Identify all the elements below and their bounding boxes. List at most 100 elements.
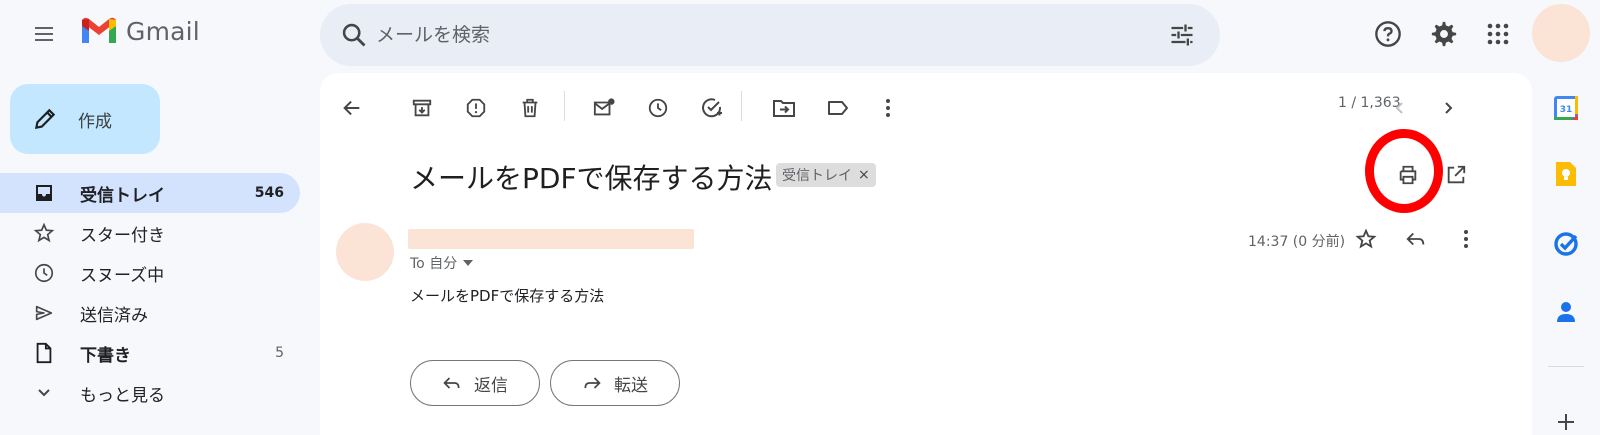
- forward-label: 転送: [614, 375, 648, 396]
- compose-button[interactable]: 作成: [10, 84, 160, 154]
- sidebar-item-more[interactable]: もっと見る: [0, 373, 300, 413]
- sidebar-item-snoozed[interactable]: スヌーズ中: [0, 253, 300, 293]
- apps-grid-icon: [1487, 23, 1509, 45]
- calendar-day: 31: [1560, 105, 1573, 115]
- move-folder-icon: [773, 100, 795, 117]
- tasks-icon: [1554, 232, 1578, 256]
- hamburger-menu-icon: [35, 27, 53, 41]
- help-icon: [1375, 21, 1401, 47]
- sidebar-item-label: スター付き: [80, 225, 165, 246]
- plus-icon: [1558, 414, 1574, 430]
- reply-icon: [1406, 232, 1425, 246]
- contacts-icon: [1557, 302, 1575, 322]
- chevron-down-icon: [32, 381, 56, 405]
- sidebar-item-starred[interactable]: スター付き: [0, 213, 300, 253]
- compose-label: 作成: [78, 111, 112, 132]
- google-apps-button[interactable]: [1478, 14, 1518, 54]
- message-more-button[interactable]: [1448, 221, 1484, 257]
- pencil-icon: [34, 108, 56, 130]
- more-vert-icon: [886, 99, 890, 117]
- calendar-app-button[interactable]: 31: [1552, 94, 1580, 122]
- label-chip-text: 受信トレイ: [782, 168, 852, 184]
- delete-button[interactable]: [512, 90, 548, 126]
- archive-icon: [412, 99, 432, 117]
- forward-icon: [584, 377, 601, 389]
- add-task-icon: [702, 98, 722, 118]
- forward-button[interactable]: 転送: [550, 360, 680, 406]
- app-name: Gmail: [126, 16, 200, 46]
- reply-button[interactable]: 返信: [410, 360, 540, 406]
- sidebar-item-label: 送信済み: [80, 305, 148, 326]
- get-addons-button[interactable]: [1552, 408, 1580, 435]
- arrow-left-icon: [343, 100, 360, 116]
- sidebar-item-label: 下書き: [80, 345, 131, 366]
- reply-icon-button[interactable]: [1398, 221, 1434, 257]
- label-chip[interactable]: 受信トレイ ×: [776, 163, 876, 187]
- search-input[interactable]: [376, 20, 1136, 50]
- snooze-button[interactable]: [640, 90, 676, 126]
- draft-count: 5: [275, 345, 284, 361]
- newer-button[interactable]: [1382, 90, 1418, 126]
- toolbar-divider: [564, 91, 565, 121]
- account-avatar[interactable]: [1532, 4, 1590, 62]
- archive-button[interactable]: [404, 90, 440, 126]
- label-icon: [828, 101, 848, 115]
- mark-unread-icon: [593, 98, 615, 116]
- clock-icon: [32, 261, 56, 285]
- chevron-right-icon: [1445, 102, 1453, 114]
- main-menu-button[interactable]: [24, 14, 64, 54]
- chevron-left-icon: [1395, 102, 1403, 114]
- recipient-details[interactable]: To 自分: [410, 253, 474, 273]
- remove-label-button[interactable]: ×: [858, 167, 870, 183]
- sender-avatar[interactable]: [336, 223, 394, 281]
- help-button[interactable]: [1368, 14, 1408, 54]
- star-icon: [1355, 228, 1377, 249]
- add-to-tasks-button[interactable]: [694, 90, 730, 126]
- keep-app-button[interactable]: [1552, 160, 1580, 188]
- trash-icon: [522, 98, 538, 118]
- more-actions-button[interactable]: [870, 90, 906, 126]
- message-body: メールをPDFで保存する方法: [410, 287, 605, 305]
- unread-count: 546: [254, 185, 284, 201]
- search-bar[interactable]: [320, 4, 1220, 66]
- settings-button[interactable]: [1424, 14, 1464, 54]
- send-icon: [32, 301, 56, 325]
- caret-down-icon: [463, 260, 474, 266]
- recipient-text: To 自分: [410, 256, 458, 272]
- sidebar-item-label: もっと見る: [80, 385, 165, 406]
- sidebar-item-sent[interactable]: 送信済み: [0, 293, 300, 333]
- gmail-logo[interactable]: Gmail: [80, 16, 200, 46]
- message-view: 1 / 1,363 メールをPDFで保存する方法 受信トレイ × To 自分 1…: [320, 73, 1532, 435]
- highlight-circle: [1365, 129, 1443, 213]
- older-button[interactable]: [1430, 90, 1466, 126]
- tasks-app-button[interactable]: [1552, 230, 1580, 258]
- move-to-button[interactable]: [766, 90, 802, 126]
- reply-icon: [443, 377, 460, 389]
- clock-icon: [648, 98, 668, 118]
- sidebar-item-label: 受信トレイ: [80, 185, 165, 206]
- search-options-icon[interactable]: [1168, 21, 1196, 49]
- message-timestamp: 14:37 (0 分前): [1248, 234, 1346, 250]
- more-vert-icon: [1464, 230, 1468, 248]
- sidebar-item-drafts[interactable]: 下書き 5: [0, 333, 300, 373]
- sidebar-item-label: スヌーズ中: [80, 265, 165, 286]
- sender-name-redacted: [408, 229, 694, 249]
- toolbar-divider: [741, 91, 742, 121]
- keep-icon: [1556, 162, 1576, 186]
- reply-label: 返信: [474, 375, 508, 396]
- mark-unread-button[interactable]: [586, 90, 622, 126]
- back-button[interactable]: [334, 90, 370, 126]
- side-panel-divider: [1548, 366, 1584, 367]
- spam-icon: [466, 98, 486, 118]
- label-button[interactable]: [820, 90, 856, 126]
- search-icon[interactable]: [340, 21, 368, 49]
- sidebar-item-inbox[interactable]: 受信トレイ 546: [0, 173, 300, 213]
- star-icon: [32, 221, 56, 245]
- open-new-window-button[interactable]: [1438, 157, 1474, 193]
- contacts-app-button[interactable]: [1552, 298, 1580, 326]
- draft-icon: [32, 341, 56, 365]
- email-subject: メールをPDFで保存する方法: [410, 162, 773, 195]
- report-spam-button[interactable]: [458, 90, 494, 126]
- star-message-button[interactable]: [1348, 221, 1384, 257]
- gmail-m-icon: [82, 17, 116, 43]
